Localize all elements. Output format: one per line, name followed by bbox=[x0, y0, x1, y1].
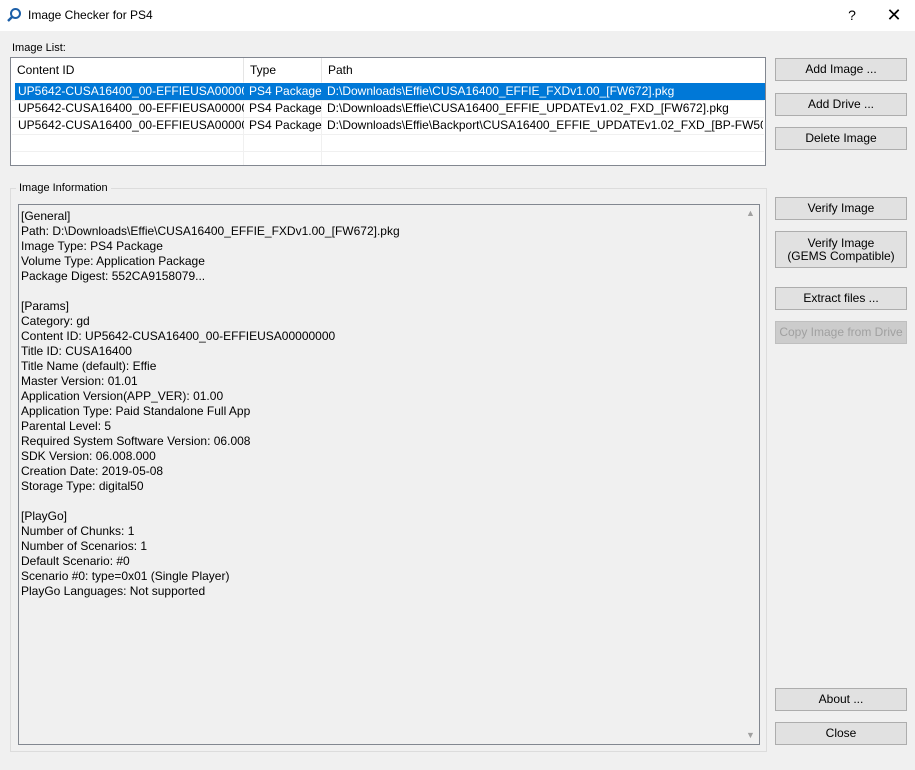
cell-content-id: UP5642-CUSA16400_00-EFFIEUSA00000000 bbox=[18, 101, 244, 115]
verify-image-button[interactable]: Verify Image bbox=[775, 197, 907, 220]
close-window-button[interactable]: ✕ bbox=[877, 2, 911, 28]
cell-path: D:\Downloads\Effie\Backport\CUSA16400_EF… bbox=[327, 118, 763, 132]
cell-type: PS4 Package bbox=[249, 84, 322, 98]
copy-image-from-drive-button[interactable]: Copy Image from Drive bbox=[775, 321, 907, 344]
image-information-label: Image Information bbox=[16, 182, 111, 194]
scroll-down-icon[interactable]: ▼ bbox=[742, 727, 759, 744]
cell-path: D:\Downloads\Effie\CUSA16400_EFFIE_UPDAT… bbox=[327, 101, 729, 115]
table-row[interactable]: UP5642-CUSA16400_00-EFFIEUSA00000000 PS4… bbox=[15, 117, 765, 134]
column-header-type[interactable]: Type bbox=[244, 58, 322, 82]
column-header-path[interactable]: Path bbox=[322, 58, 765, 82]
delete-image-button[interactable]: Delete Image bbox=[775, 127, 907, 150]
verify-gems-label-line1: Verify Image bbox=[807, 235, 875, 250]
image-list[interactable]: Content ID Type Path UP5642-CUSA16400_00… bbox=[10, 57, 766, 166]
image-information-textbox[interactable]: [General] Path: D:\Downloads\Effie\CUSA1… bbox=[18, 204, 760, 745]
image-information-text: [General] Path: D:\Downloads\Effie\CUSA1… bbox=[21, 209, 400, 598]
window-title: Image Checker for PS4 bbox=[28, 8, 153, 22]
column-header-content-id[interactable]: Content ID bbox=[11, 58, 244, 82]
app-icon bbox=[7, 8, 21, 22]
cell-path: D:\Downloads\Effie\CUSA16400_EFFIE_FXDv1… bbox=[327, 84, 675, 98]
verify-image-gems-button[interactable]: Verify Image (GEMS Compatible) bbox=[775, 231, 907, 268]
vertical-scrollbar[interactable]: ▲ ▼ bbox=[742, 205, 759, 744]
about-button[interactable]: About ... bbox=[775, 688, 907, 711]
row-divider bbox=[12, 134, 764, 135]
verify-gems-label-line2: (GEMS Compatible) bbox=[787, 248, 895, 263]
title-bar: Image Checker for PS4 ? ✕ bbox=[0, 0, 915, 31]
table-row[interactable]: UP5642-CUSA16400_00-EFFIEUSA00000000 PS4… bbox=[15, 83, 765, 100]
extract-files-button[interactable]: Extract files ... bbox=[775, 287, 907, 310]
add-image-button[interactable]: Add Image ... bbox=[775, 58, 907, 81]
close-button[interactable]: Close bbox=[775, 722, 907, 745]
help-button[interactable]: ? bbox=[838, 2, 866, 28]
cell-type: PS4 Package bbox=[249, 101, 322, 115]
scroll-up-icon[interactable]: ▲ bbox=[742, 205, 759, 222]
cell-type: PS4 Package bbox=[249, 118, 322, 132]
cell-content-id: UP5642-CUSA16400_00-EFFIEUSA00000000 bbox=[18, 84, 244, 98]
row-divider bbox=[12, 151, 764, 152]
table-row[interactable]: UP5642-CUSA16400_00-EFFIEUSA00000000 PS4… bbox=[15, 100, 765, 117]
cell-content-id: UP5642-CUSA16400_00-EFFIEUSA00000000 bbox=[18, 118, 244, 132]
add-drive-button[interactable]: Add Drive ... bbox=[775, 93, 907, 116]
image-list-label: Image List: bbox=[12, 42, 66, 54]
